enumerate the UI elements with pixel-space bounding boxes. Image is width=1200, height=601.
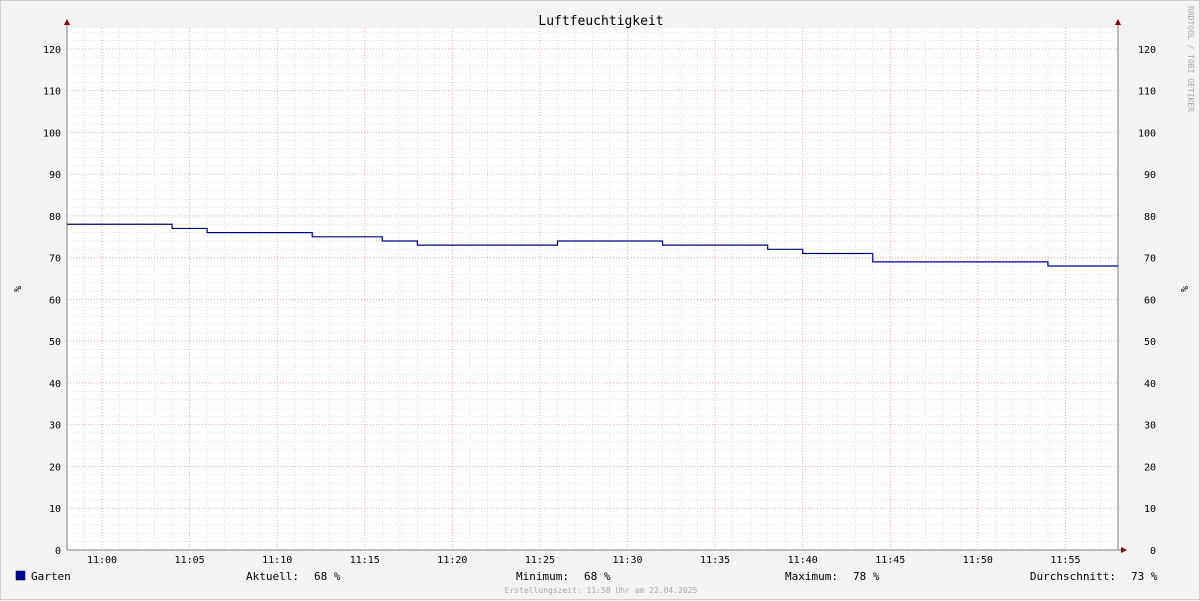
y-tick-label-right: 50 [1144,337,1156,348]
y-tick-label-right: 40 [1144,379,1156,390]
y-tick-label-left: 100 [43,128,61,139]
y-tick-label-left: 110 [43,87,61,98]
legend-stat-label: Maximum: [785,570,838,583]
y-tick-label-right: 100 [1138,128,1156,139]
y-tick-label-left: 20 [49,462,61,473]
y-tick-label-left: 90 [49,170,61,181]
legend-stat-value: 68 % [314,570,341,583]
x-tick-label: 11:05 [175,555,205,566]
y-tick-label-left: 50 [49,337,61,348]
y-tick-label-left: 70 [49,254,61,265]
x-tick-label: 11:10 [262,555,292,566]
y-tick-label-right: 30 [1144,421,1156,432]
y-axis-arrow-left [64,19,70,25]
rrdtool-credit: RRDTOOL / TOBI OETIKER [1186,6,1195,112]
y-tick-label-left: 30 [49,421,61,432]
chart-frame: Luftfeuchtigkeit RRDTOOL / TOBI OETIKER … [0,0,1200,600]
y-tick-label-left: 120 [43,45,61,56]
x-tick-label: 11:55 [1050,555,1080,566]
y-tick-label-left: 40 [49,379,61,390]
x-tick-label: 11:30 [612,555,642,566]
y-tick-label-right: 20 [1144,462,1156,473]
x-axis-arrow [1121,547,1127,553]
x-tick-label: 11:40 [788,555,818,566]
y-axis-arrow-right [1115,19,1121,25]
y-tick-label-right: 120 [1138,45,1156,56]
x-tick-label: 11:50 [963,555,993,566]
legend-stat-label: Durchschnitt: [1030,570,1116,583]
x-tick-label: 11:00 [87,555,117,566]
x-tick-label: 11:45 [875,555,905,566]
legend-stat-value: 78 % [853,570,880,583]
x-tick-label: 11:20 [437,555,467,566]
x-tick-label: 11:15 [350,555,380,566]
y-tick-label-right: 70 [1144,254,1156,265]
y-tick-label-left: 60 [49,295,61,306]
legend-swatch [15,570,26,581]
y-tick-label-right: 60 [1144,295,1156,306]
legend-stat-label: Minimum: [516,570,569,583]
chart-svg: Luftfeuchtigkeit RRDTOOL / TOBI OETIKER … [11,6,1195,595]
y-axis-unit-left: % [11,286,22,292]
y-tick-label-right: 0 [1150,546,1156,557]
x-tick-label: 11:25 [525,555,555,566]
legend-stat-label: Aktuell: [246,570,299,583]
legend-stat-value: 73 % [1131,570,1158,583]
footer-timestamp: Erstellungszeit: 11:58 Uhr am 22.04.2025 [505,586,698,595]
chart-title: Luftfeuchtigkeit [538,14,663,29]
y-tick-label-left: 10 [49,504,61,515]
y-axis-unit-right: % [1178,286,1189,292]
y-tick-label-left: 0 [55,546,61,557]
legend-series-name: Garten [31,570,71,583]
y-tick-label-right: 10 [1144,504,1156,515]
legend-stat-value: 68 % [584,570,611,583]
y-tick-label-right: 80 [1144,212,1156,223]
y-tick-label-right: 110 [1138,87,1156,98]
y-tick-label-left: 80 [49,212,61,223]
y-tick-label-right: 90 [1144,170,1156,181]
x-tick-label: 11:35 [700,555,730,566]
